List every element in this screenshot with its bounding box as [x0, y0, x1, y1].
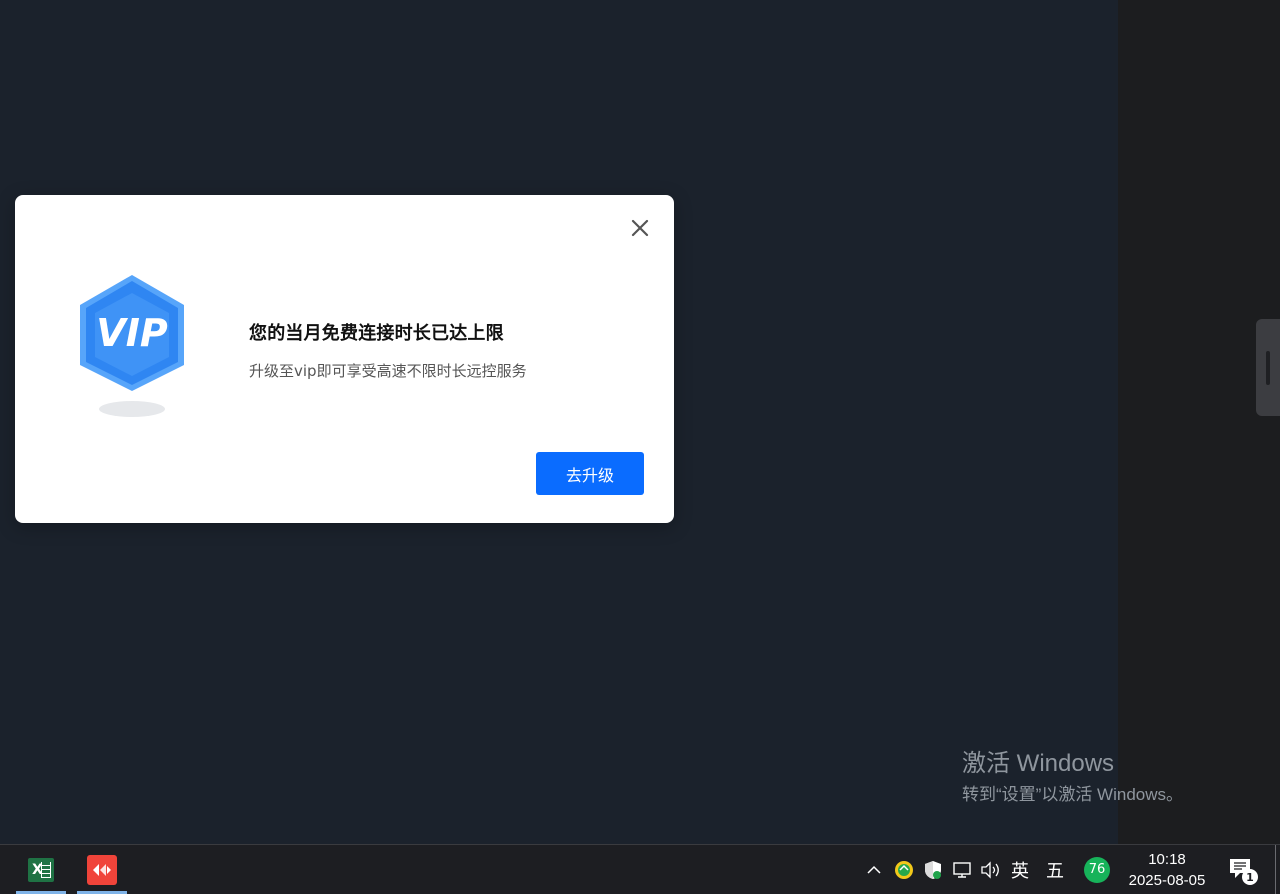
- dialog-title: 您的当月免费连接时长已达上限: [249, 323, 504, 344]
- battery-tray-button[interactable]: 76: [1082, 845, 1112, 894]
- right-side-panel: [1118, 0, 1280, 844]
- notification-center-button[interactable]: 1: [1228, 855, 1258, 885]
- remote-desktop-icon: [87, 854, 117, 885]
- ime-mode-label: 英: [1011, 860, 1029, 882]
- activation-watermark: 激活 Windows 转到“设置”以激活 Windows。: [962, 743, 1183, 805]
- side-panel-handle[interactable]: [1256, 319, 1280, 416]
- watermark-title: 激活 Windows: [962, 750, 1115, 777]
- show-hidden-icons-button[interactable]: [862, 845, 886, 894]
- excel-icon: X: [28, 857, 54, 882]
- security-tray-button[interactable]: [921, 845, 945, 894]
- upgrade-button[interactable]: 去升级: [536, 452, 644, 495]
- ime-layout-button[interactable]: 五: [1042, 845, 1068, 894]
- clock-date: 2025-08-05: [1128, 872, 1206, 889]
- show-desktop-button[interactable]: [1275, 845, 1280, 894]
- taskbar-app-remote-desktop[interactable]: [77, 845, 127, 894]
- notification-count-badge: 1: [1242, 869, 1258, 885]
- chevron-up-icon: [867, 865, 881, 874]
- vip-badge-icon: VIP: [80, 275, 184, 417]
- grip-icon: [1266, 351, 1270, 385]
- volume-tray-button[interactable]: [979, 845, 1003, 894]
- ime-mode-button[interactable]: 英: [1007, 845, 1033, 894]
- clock[interactable]: 10:18 2025-08-05: [1118, 849, 1216, 891]
- close-icon: [631, 219, 649, 237]
- ime-layout-label: 五: [1046, 860, 1064, 882]
- watermark-subtitle: 转到“设置”以激活 Windows。: [962, 785, 1184, 804]
- vip-limit-dialog: VIP 您的当月免费连接时长已达上限 升级至vip即可享受高速不限时长远控服务 …: [15, 195, 674, 523]
- sync-app-icon: [895, 860, 913, 879]
- taskbar: X 英 五 76 10:18 2025-08-05 1: [0, 844, 1280, 894]
- taskbar-app-excel[interactable]: X: [16, 845, 66, 894]
- close-button[interactable]: [629, 217, 651, 239]
- clock-time: 10:18: [1148, 851, 1186, 868]
- speaker-icon: [981, 860, 999, 879]
- network-tray-button[interactable]: [950, 845, 974, 894]
- tray-app-icon[interactable]: [892, 845, 916, 894]
- battery-badge: 76: [1084, 856, 1110, 883]
- shield-icon: [925, 860, 941, 879]
- vip-badge-text: VIP: [96, 311, 168, 355]
- network-icon: [953, 861, 971, 878]
- dialog-subtitle: 升级至vip即可享受高速不限时长远控服务: [249, 362, 527, 380]
